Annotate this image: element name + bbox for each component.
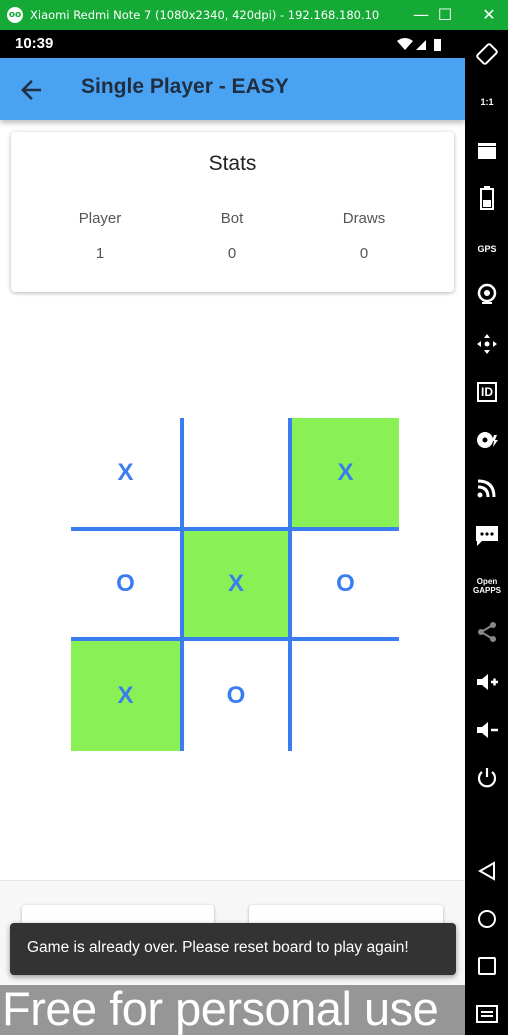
volume-up-icon[interactable] [473,668,501,696]
status-bar: 10:39 [0,30,465,58]
stat-bot: Bot 0 [172,210,292,262]
back-arrow-icon[interactable] [16,75,46,105]
board-cell[interactable]: X [71,641,180,751]
window-title: Xiaomi Redmi Note 7 (1080x2340, 420dpi) … [30,8,380,22]
stat-player-value: 1 [95,245,105,262]
pixel-perfect-icon[interactable]: 1:1 [473,88,501,116]
board-cell[interactable]: O [184,641,288,751]
grid-line-vertical [288,418,292,751]
back-nav-icon[interactable] [473,857,501,885]
stats-title: Stats [208,152,257,175]
snackbar-message: Game is already over. Please reset board… [27,939,409,956]
board-cell[interactable]: O [71,531,180,637]
emulator-sidebar: 1:1 GPS ID Open GAPPS [465,30,508,1035]
board-cell[interactable] [184,418,288,527]
stat-player: Player 1 [40,210,160,262]
tic-tac-toe-board: X X O X O X O [71,418,399,751]
close-window-button[interactable]: ✕ [472,0,506,30]
power-icon[interactable] [473,764,501,792]
cast-icon[interactable] [473,474,501,502]
board-cell[interactable]: X [184,531,288,637]
watermark-text: Free for personal use [2,985,439,1035]
grid-line-horizontal [71,637,399,641]
stat-player-label: Player [78,210,122,227]
status-icons [397,38,441,51]
window-title-bar: oo Xiaomi Redmi Note 7 (1080x2340, 420dp… [0,0,508,30]
stat-bot-label: Bot [220,210,244,227]
volume-down-icon[interactable] [473,716,501,744]
device-id-icon[interactable]: ID [473,378,501,406]
maximize-button[interactable]: ☐ [428,0,462,30]
open-gapps-icon[interactable]: Open GAPPS [473,572,501,600]
grid-line-vertical [180,418,184,751]
camera-icon[interactable] [473,280,501,308]
menu-nav-icon[interactable] [473,1000,501,1028]
genymotion-logo-icon: oo [7,7,23,23]
stats-card: Stats Player 1 Bot 0 Draws 0 [11,132,454,292]
recents-nav-icon[interactable] [473,952,501,980]
gps-icon[interactable]: GPS [473,235,501,263]
share-icon[interactable] [473,618,501,646]
board-cell[interactable]: O [292,531,399,637]
board-cell[interactable]: X [71,418,180,527]
rotate-icon[interactable] [473,40,501,68]
app-bar: Single Player - EASY [0,58,465,120]
battery-icon [434,39,441,51]
disk-io-icon[interactable] [473,426,501,454]
signal-icon [416,40,426,50]
grid-line-horizontal [71,527,399,531]
sms-icon[interactable] [473,522,501,550]
navigation-dpad-icon[interactable] [473,330,501,358]
battery-control-icon[interactable] [473,184,501,212]
watermark-banner: Free for personal use [0,985,465,1035]
stat-draws-value: 0 [359,245,369,262]
wifi-icon [397,38,413,50]
board-cell[interactable]: X [292,418,399,527]
home-nav-icon[interactable] [473,905,501,933]
status-time: 10:39 [15,35,54,52]
capture-icon[interactable] [473,136,501,164]
stat-bot-value: 0 [227,245,237,262]
phone-screen: 10:39 Single Player - EASY Stats Player … [0,30,465,1035]
snackbar: Game is already over. Please reset board… [10,923,456,975]
page-title: Single Player - EASY [81,75,289,98]
stat-draws: Draws 0 [304,210,424,262]
board-cell[interactable] [292,641,399,751]
stat-draws-label: Draws [342,210,386,227]
